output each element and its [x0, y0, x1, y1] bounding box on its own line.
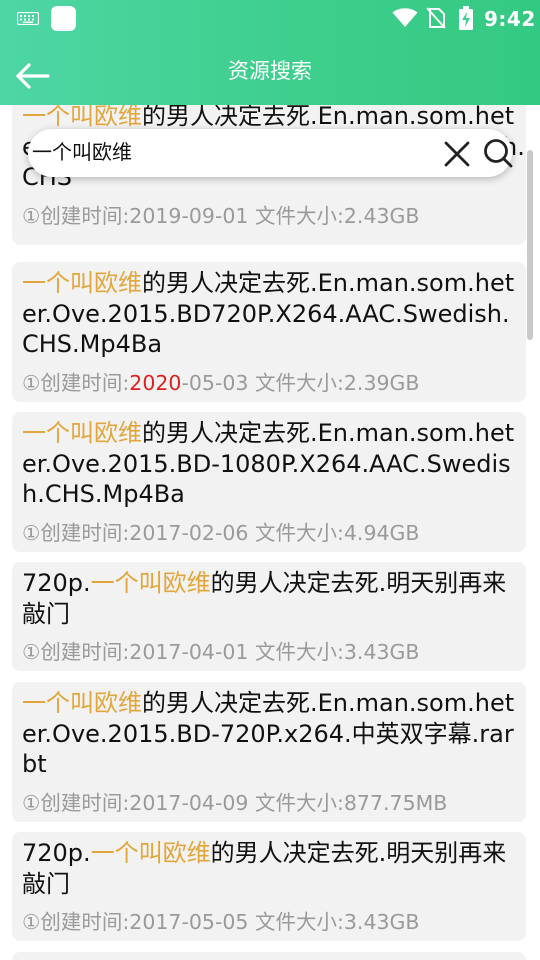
search-button[interactable]: [482, 137, 514, 169]
query-highlight: 一个叫欧维: [22, 105, 142, 130]
page-title: 资源搜索: [228, 59, 312, 83]
result-meta: ①创建时间:2020-05-03 文件大小:2.39GB: [22, 370, 420, 395]
result-meta: ①创建时间:2019-09-01 文件大小:2.43GB: [22, 203, 420, 228]
result-item[interactable]: 一个叫欧维的男人决定去死.En.man.som.heter.Ove.2015.B…: [12, 262, 526, 402]
query-highlight: 一个叫欧维: [90, 839, 211, 867]
result-item[interactable]: 720p.一个叫欧维的男人决定去死.明天别再来敲门 ①创建时间:2017-05-…: [12, 832, 526, 941]
search-bar: [28, 129, 514, 177]
query-highlight: 一个叫欧维: [22, 269, 142, 297]
search-input[interactable]: [32, 137, 402, 163]
status-clock: 9:42: [484, 7, 536, 31]
result-title: 720p.一个叫欧维的男人决定去死.明天别再来敲门: [22, 569, 507, 628]
battery-charging-icon: [459, 6, 473, 30]
status-bar: 9:42: [0, 0, 540, 36]
search-icon: [484, 139, 513, 168]
result-item[interactable]: 一个叫欧维的男人决定去死.En.man.som.heter.Ove.2015.B…: [12, 682, 526, 822]
keyboard-icon: [17, 12, 39, 25]
clear-search-button[interactable]: [442, 139, 472, 169]
app-header: 9:42 资源搜索: [0, 0, 540, 105]
query-highlight: 一个叫欧维: [22, 419, 142, 447]
query-highlight: 一个叫欧维: [90, 569, 211, 597]
result-meta: ①创建时间:2017-02-06 文件大小:4.94GB: [22, 520, 420, 545]
close-icon: [444, 141, 470, 167]
results-list[interactable]: 一个叫欧维的男人决定去死.En.man.som.heter.Ove.2015.B…: [0, 105, 540, 960]
result-title: 一个叫欧维的男人决定去死.En.man.som.heter.Ove.2015.B…: [22, 689, 515, 778]
result-item-partial[interactable]: [12, 952, 526, 960]
result-item[interactable]: 720p.一个叫欧维的男人决定去死.明天别再来敲门 ①创建时间:2017-04-…: [12, 562, 526, 671]
wifi-icon: [392, 8, 418, 27]
no-sim-icon: [426, 7, 446, 29]
result-meta: ①创建时间:2017-04-09 文件大小:877.75MB: [22, 790, 448, 815]
result-title: 一个叫欧维的男人决定去死.En.man.som.heter.Ove.2015.B…: [22, 419, 515, 508]
result-meta: ①创建时间:2017-04-01 文件大小:3.43GB: [22, 640, 420, 664]
result-title: 720p.一个叫欧维的男人决定去死.明天别再来敲门: [22, 839, 507, 898]
scrollbar[interactable]: [527, 150, 533, 340]
query-highlight: 一个叫欧维: [22, 689, 142, 717]
result-title: 一个叫欧维的男人决定去死.En.man.som.heter.Ove.2015.B…: [22, 269, 515, 358]
notification-icon: [51, 6, 76, 31]
result-item[interactable]: 一个叫欧维的男人决定去死.En.man.som.heter.Ove.2015.B…: [12, 412, 526, 552]
result-meta: ①创建时间:2017-05-05 文件大小:3.43GB: [22, 910, 420, 934]
